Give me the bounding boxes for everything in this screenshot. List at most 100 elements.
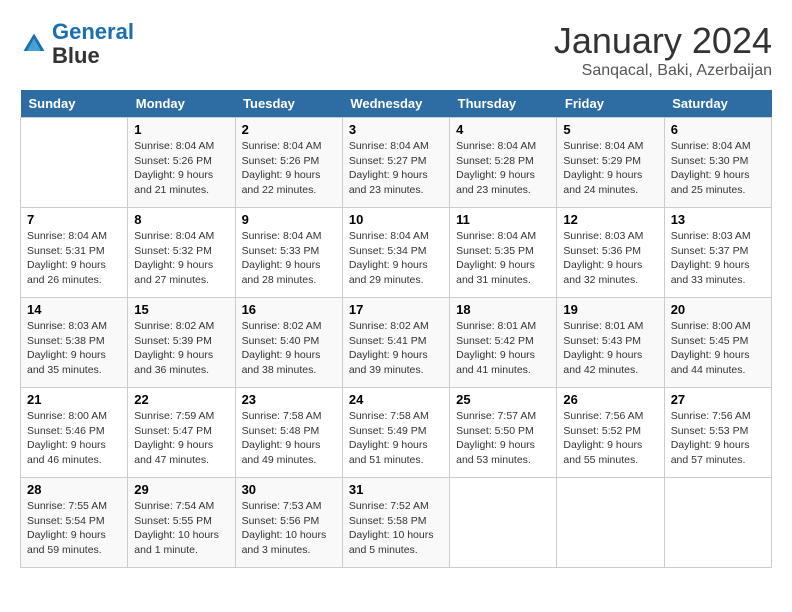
day-number: 18 [456,302,550,317]
day-cell: 21 Sunrise: 8:00 AMSunset: 5:46 PMDayligh… [21,388,128,478]
day-number: 6 [671,122,765,137]
day-number: 14 [27,302,121,317]
day-cell: 4 Sunrise: 8:04 AMSunset: 5:28 PMDaylight… [450,118,557,208]
day-number: 21 [27,392,121,407]
day-info: Sunrise: 7:54 AMSunset: 5:55 PMDaylight:… [134,499,228,558]
day-cell: 23 Sunrise: 7:58 AMSunset: 5:48 PMDayligh… [235,388,342,478]
day-number: 9 [242,212,336,227]
day-info: Sunrise: 8:00 AMSunset: 5:45 PMDaylight:… [671,319,765,378]
day-cell: 29Sunrise: 7:54 AMSunset: 5:55 PMDayligh… [128,478,235,568]
day-info: Sunrise: 8:04 AMSunset: 5:33 PMDaylight:… [242,229,336,288]
day-cell: 7 Sunrise: 8:04 AMSunset: 5:31 PMDaylight… [21,208,128,298]
location: Sanqacal, Baki, Azerbaijan [554,62,772,80]
day-cell: 26 Sunrise: 7:56 AMSunset: 5:52 PMDayligh… [557,388,664,478]
week-row-1: 1 Sunrise: 8:04 AMSunset: 5:26 PMDaylight… [21,118,772,208]
day-number: 5 [563,122,657,137]
day-cell: 3Sunrise: 8:04 AMSunset: 5:27 PMDaylight… [342,118,449,208]
day-info: Sunrise: 7:56 AMSunset: 5:52 PMDaylight:… [563,409,657,468]
week-row-5: 28 Sunrise: 7:55 AMSunset: 5:54 PMDayligh… [21,478,772,568]
day-info: Sunrise: 8:04 AMSunset: 5:26 PMDaylight:… [134,139,228,198]
day-number: 31 [349,482,443,497]
day-number: 20 [671,302,765,317]
day-number: 15 [134,302,228,317]
day-number: 1 [134,122,228,137]
day-cell: 5 Sunrise: 8:04 AMSunset: 5:29 PMDaylight… [557,118,664,208]
day-cell: 10Sunrise: 8:04 AMSunset: 5:34 PMDayligh… [342,208,449,298]
weekday-header-thursday: Thursday [450,90,557,118]
logo-text: General Blue [52,20,134,68]
day-cell: 25Sunrise: 7:57 AMSunset: 5:50 PMDayligh… [450,388,557,478]
day-number: 4 [456,122,550,137]
title-block: January 2024 Sanqacal, Baki, Azerbaijan [554,20,772,80]
day-cell: 28 Sunrise: 7:55 AMSunset: 5:54 PMDayligh… [21,478,128,568]
day-number: 7 [27,212,121,227]
calendar-table: SundayMondayTuesdayWednesdayThursdayFrid… [20,90,772,568]
weekday-header-sunday: Sunday [21,90,128,118]
day-cell: 11 Sunrise: 8:04 AMSunset: 5:35 PMDayligh… [450,208,557,298]
weekday-header-saturday: Saturday [664,90,771,118]
day-cell: 31 Sunrise: 7:52 AMSunset: 5:58 PMDayligh… [342,478,449,568]
day-info: Sunrise: 7:59 AMSunset: 5:47 PMDaylight:… [134,409,228,468]
day-cell: 1 Sunrise: 8:04 AMSunset: 5:26 PMDaylight… [128,118,235,208]
day-cell: 30 Sunrise: 7:53 AMSunset: 5:56 PMDayligh… [235,478,342,568]
day-cell: 17 Sunrise: 8:02 AMSunset: 5:41 PMDayligh… [342,298,449,388]
day-number: 22 [134,392,228,407]
day-info: Sunrise: 7:52 AMSunset: 5:58 PMDaylight:… [349,499,443,558]
day-info: Sunrise: 8:04 AMSunset: 5:31 PMDaylight:… [27,229,121,288]
weekday-header-row: SundayMondayTuesdayWednesdayThursdayFrid… [21,90,772,118]
weekday-header-wednesday: Wednesday [342,90,449,118]
day-number: 17 [349,302,443,317]
day-cell: 12 Sunrise: 8:03 AMSunset: 5:36 PMDayligh… [557,208,664,298]
logo-icon [20,30,48,58]
day-number: 25 [456,392,550,407]
day-number: 28 [27,482,121,497]
day-info: Sunrise: 8:03 AMSunset: 5:38 PMDaylight:… [27,319,121,378]
day-number: 24 [349,392,443,407]
day-info: Sunrise: 8:02 AMSunset: 5:41 PMDaylight:… [349,319,443,378]
day-info: Sunrise: 8:04 AMSunset: 5:29 PMDaylight:… [563,139,657,198]
day-cell: 24 Sunrise: 7:58 AMSunset: 5:49 PMDayligh… [342,388,449,478]
week-row-2: 7 Sunrise: 8:04 AMSunset: 5:31 PMDaylight… [21,208,772,298]
day-info: Sunrise: 8:02 AMSunset: 5:39 PMDaylight:… [134,319,228,378]
day-info: Sunrise: 8:04 AMSunset: 5:30 PMDaylight:… [671,139,765,198]
weekday-header-friday: Friday [557,90,664,118]
day-number: 23 [242,392,336,407]
day-number: 11 [456,212,550,227]
day-cell: 20 Sunrise: 8:00 AMSunset: 5:45 PMDayligh… [664,298,771,388]
day-info: Sunrise: 7:56 AMSunset: 5:53 PMDaylight:… [671,409,765,468]
day-info: Sunrise: 8:04 AMSunset: 5:35 PMDaylight:… [456,229,550,288]
day-info: Sunrise: 7:55 AMSunset: 5:54 PMDaylight:… [27,499,121,558]
day-number: 12 [563,212,657,227]
day-number: 30 [242,482,336,497]
day-cell [557,478,664,568]
day-cell: 14 Sunrise: 8:03 AMSunset: 5:38 PMDayligh… [21,298,128,388]
day-info: Sunrise: 7:53 AMSunset: 5:56 PMDaylight:… [242,499,336,558]
day-number: 26 [563,392,657,407]
day-number: 16 [242,302,336,317]
day-cell: 6 Sunrise: 8:04 AMSunset: 5:30 PMDaylight… [664,118,771,208]
day-cell: 18Sunrise: 8:01 AMSunset: 5:42 PMDayligh… [450,298,557,388]
logo: General Blue [20,20,134,68]
day-info: Sunrise: 7:58 AMSunset: 5:49 PMDaylight:… [349,409,443,468]
weekday-header-monday: Monday [128,90,235,118]
day-cell: 19 Sunrise: 8:01 AMSunset: 5:43 PMDayligh… [557,298,664,388]
day-info: Sunrise: 8:03 AMSunset: 5:36 PMDaylight:… [563,229,657,288]
day-info: Sunrise: 8:00 AMSunset: 5:46 PMDaylight:… [27,409,121,468]
page-header: General Blue January 2024 Sanqacal, Baki… [20,20,772,80]
day-number: 13 [671,212,765,227]
day-cell: 16Sunrise: 8:02 AMSunset: 5:40 PMDayligh… [235,298,342,388]
day-cell [664,478,771,568]
day-info: Sunrise: 8:04 AMSunset: 5:28 PMDaylight:… [456,139,550,198]
day-cell [450,478,557,568]
day-number: 27 [671,392,765,407]
day-info: Sunrise: 8:03 AMSunset: 5:37 PMDaylight:… [671,229,765,288]
day-info: Sunrise: 8:01 AMSunset: 5:43 PMDaylight:… [563,319,657,378]
day-cell: 27 Sunrise: 7:56 AMSunset: 5:53 PMDayligh… [664,388,771,478]
day-number: 19 [563,302,657,317]
month-title: January 2024 [554,20,772,62]
day-info: Sunrise: 8:04 AMSunset: 5:34 PMDaylight:… [349,229,443,288]
day-cell: 13 Sunrise: 8:03 AMSunset: 5:37 PMDayligh… [664,208,771,298]
day-info: Sunrise: 7:58 AMSunset: 5:48 PMDaylight:… [242,409,336,468]
day-number: 2 [242,122,336,137]
day-cell: 8Sunrise: 8:04 AMSunset: 5:32 PMDaylight… [128,208,235,298]
